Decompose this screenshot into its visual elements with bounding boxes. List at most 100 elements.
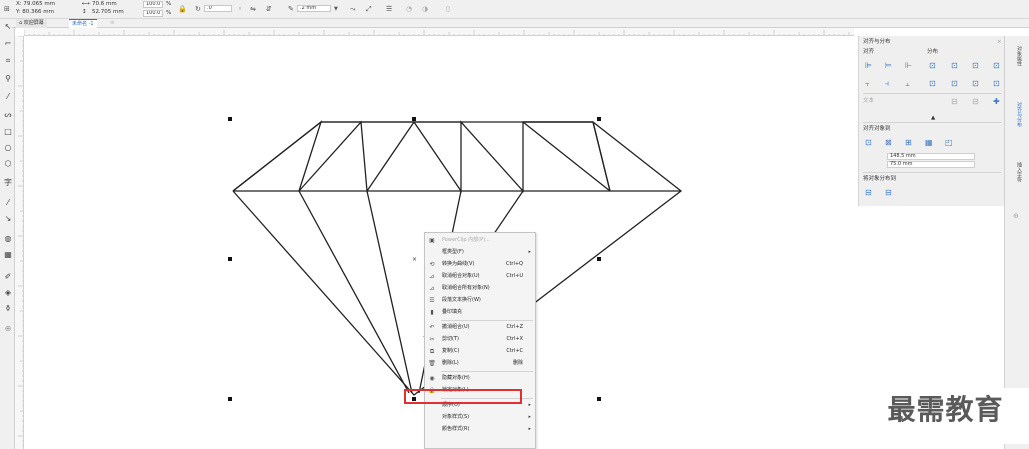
menu-item[interactable]: ↶ 撤消组合(U) Ctrl+Z [425,322,535,333]
distribute-middle-icon[interactable]: ⊡ [951,79,958,88]
text-align-2-icon[interactable]: ⊟ [972,97,979,106]
menu-item[interactable]: 框类型(F) ▸ [425,247,535,258]
menu-item[interactable]: 颜色样式(R) ▸ [425,424,535,435]
fill-tool-icon[interactable]: ◈ [3,287,13,299]
width-value[interactable]: 70.6 mm [92,1,117,8]
menu-item[interactable]: ▣ PowerClip 内部(P)... [425,235,535,246]
add-tool-icon[interactable]: ⊕ [3,323,13,335]
tab-welcome[interactable]: ⌂ 欢迎屏幕 [16,19,47,28]
rectangle-tool-icon[interactable]: □ [3,126,13,138]
outline-width-field[interactable]: .2 mm [297,5,331,12]
chevron-down-icon[interactable]: ▼ [334,5,338,13]
menu-item[interactable]: ⟲ 转换为曲线(V) Ctrl+Q [425,259,535,270]
menu-item-label: 对象样式(S) [442,414,470,420]
align-label: 对齐 [863,49,875,55]
polygon-tool-icon[interactable]: ⬡ [3,158,13,170]
percent-label-2: % [166,10,172,16]
x-position[interactable]: X: 79.065 mm [16,1,55,8]
arrange-icon[interactable]: ⤢ [366,5,372,13]
scale-width-field[interactable]: 100.0 [143,1,163,8]
smart-fill-icon[interactable]: ⚱ [3,303,13,315]
lock-ratio-icon[interactable]: 🔒 [178,5,187,13]
distribute-v-spacing-icon[interactable]: ⊡ [993,79,1000,88]
transparency-tool-icon[interactable]: ▦ [3,249,13,261]
tab-insert-character[interactable]: 插入字符 [1011,162,1023,182]
tab-welcome-label: 欢迎屏幕 [23,20,44,26]
shadow-tool-icon[interactable]: ◍ [3,233,13,245]
distribute-left-icon[interactable]: ⊡ [929,61,936,70]
align-y-field[interactable]: 75.0 mm [887,161,975,168]
connector-tool-icon[interactable]: ↘ [3,213,13,225]
distribute-bottom-icon[interactable]: ⊡ [972,79,979,88]
weld-icon[interactable]: ◔ [406,5,412,13]
zoom-tool-icon[interactable]: ⚲ [3,73,13,85]
scale-height-field[interactable]: 100.0 [143,10,163,17]
text-align-1-icon[interactable]: ⊟ [951,97,958,106]
height-value[interactable]: 52.705 mm [92,9,124,16]
docker-close-icon[interactable]: × [997,39,1002,46]
align-to-page-edge-icon[interactable]: ⊠ [885,138,892,147]
align-to-grid-icon[interactable]: ▦ [925,138,933,147]
menu-item[interactable]: ▮ 叠印填充 [425,307,535,318]
menu-item[interactable]: 🗑 删除(L) 删除 [425,358,535,369]
text-align-3-icon[interactable]: ✚ [993,97,1000,106]
wrap-icon[interactable]: ⤳ [350,5,356,13]
tab-document[interactable]: 未命名 -1 [69,19,97,28]
distribute-to-page-icon[interactable]: ⊟ [885,188,892,197]
origin-icon[interactable]: ◦ [238,5,242,13]
menu-item-label: 剪切(T) [442,336,459,342]
menu-separator [441,371,533,372]
menu-item[interactable]: 对象样式(S) ▸ [425,412,535,423]
tab-align-distribute[interactable]: 对齐与分布 [1011,102,1023,127]
align-to-active-icon[interactable]: ⊡ [865,138,872,147]
align-x-field[interactable]: 148.5 mm [887,153,975,160]
mirror-v-icon[interactable]: ⇵ [266,5,272,13]
width-icon: ⟷ [82,1,90,7]
menu-item[interactable]: ⧉ 复制(C) Ctrl+C [425,346,535,357]
align-to-point-icon[interactable]: ◰ [945,138,953,147]
align-icon[interactable]: ☰ [386,5,392,13]
artistic-media-icon[interactable]: ᔕ [3,109,13,121]
copy-icon: ⧉ [429,348,435,355]
distribute-top-icon[interactable]: ⊡ [929,79,936,88]
freehand-tool-icon[interactable]: ⁄ [3,91,13,103]
menu-item[interactable]: ✂ 剪切(T) Ctrl+X [425,334,535,345]
trim-icon[interactable]: ◑ [422,5,428,13]
align-right-icon[interactable]: ⊩ [905,61,912,70]
parallel-dimension-icon[interactable]: ⁄ [3,197,13,209]
distribute-to-selection-icon[interactable]: ⊟ [865,188,872,197]
docker-divider-2 [863,122,1001,123]
menu-item[interactable]: ⊿ 取消组合所有对象(N) [425,283,535,294]
y-position[interactable]: Y: 80.366 mm [16,9,54,16]
tab-document-label: 未命名 -1 [72,21,94,27]
intersect-icon[interactable]: ▯ [446,5,450,13]
distribute-center-icon[interactable]: ⊡ [951,61,958,70]
menu-item[interactable]: ☰ 段落文本换行(W) [425,295,535,306]
menu-item-shortcut: Ctrl+C [506,348,523,354]
new-tab-icon[interactable]: ⊕ [107,19,117,28]
align-center-h-icon[interactable]: ⊨ [885,61,892,70]
distribute-spacing-icon[interactable]: ⊡ [993,61,1000,70]
crop-tool-icon[interactable]: ⌗ [3,55,13,67]
eyedropper-tool-icon[interactable]: ✐ [3,271,13,283]
align-bottom-icon[interactable]: ⫠ [905,79,910,88]
expand-up-icon[interactable]: ▲ [931,115,935,122]
chevron-right-icon: ▸ [528,249,531,255]
distribute-right-icon[interactable]: ⊡ [972,61,979,70]
align-center-v-icon[interactable]: ⫞ [885,79,889,88]
add-docker-icon[interactable]: ⊕ [1013,212,1025,220]
watermark: 最需教育 [862,388,1029,444]
align-to-page-center-icon[interactable]: ⊞ [905,138,912,147]
rotation-field[interactable]: .0 [204,5,232,12]
mirror-h-icon[interactable]: ⇋ [250,5,256,13]
tab-object-properties[interactable]: 对象属性 [1011,46,1023,66]
menu-item[interactable]: ⊿ 取消组合对象(U) Ctrl+U [425,271,535,282]
text-tool-icon[interactable]: 字 [3,177,13,189]
ellipse-tool-icon[interactable]: ○ [3,142,13,154]
menu-item[interactable]: ◉ 隐藏对象(H) [425,373,535,384]
shape-tool-icon[interactable]: ⌐ [3,38,13,50]
align-top-icon[interactable]: ⫟ [865,79,870,88]
grid-icon[interactable]: ⊞ [4,5,10,13]
chevron-right-icon: ▸ [528,426,531,432]
align-left-icon[interactable]: ⊫ [865,61,872,70]
